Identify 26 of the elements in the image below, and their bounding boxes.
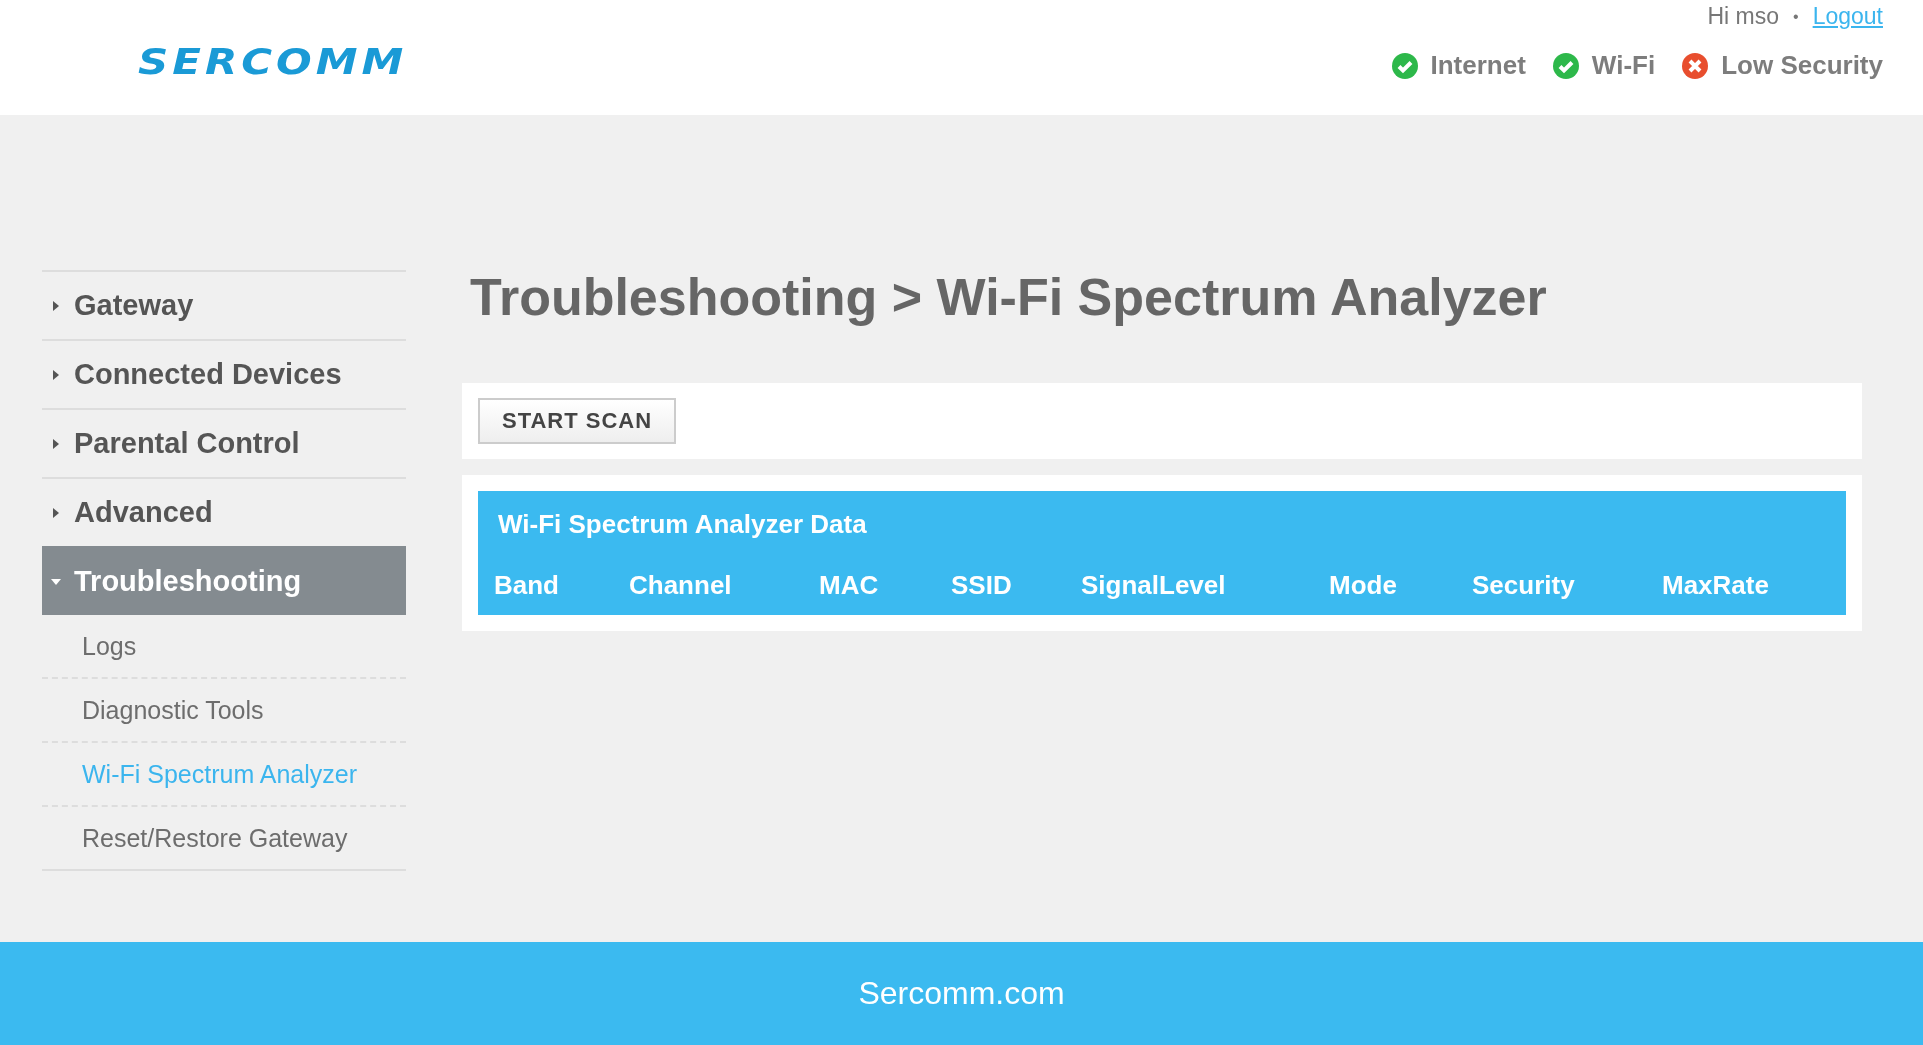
sidebar-item[interactable]: Troubleshooting xyxy=(42,546,406,615)
sidebar-item[interactable]: Parental Control xyxy=(42,408,406,477)
start-scan-button[interactable]: START SCAN xyxy=(478,398,677,444)
sidebar-subitem[interactable]: Diagnostic Tools xyxy=(42,679,406,743)
sidebar-item[interactable]: Gateway xyxy=(42,270,406,339)
status-label: Internet xyxy=(1430,50,1526,81)
sidebar-subitem[interactable]: Logs xyxy=(42,615,406,679)
column-header: Channel xyxy=(629,570,733,601)
column-header: Band xyxy=(494,570,560,601)
column-header: Security xyxy=(1472,570,1576,601)
column-header: Mode xyxy=(1329,570,1398,601)
column-header: SSID xyxy=(951,570,1013,601)
footer-text: Sercomm.com xyxy=(858,975,1065,1012)
sidebar-subitem[interactable]: Reset/Restore Gateway xyxy=(42,807,406,871)
status-label: Low Security xyxy=(1721,50,1883,81)
separator: • xyxy=(1793,7,1799,26)
greeting: Hi mso xyxy=(1707,3,1780,30)
logo: SERCOMM xyxy=(138,39,408,85)
sidebar-item[interactable]: Connected Devices xyxy=(42,339,406,408)
page-title: Troubleshooting > Wi-Fi Spectrum Analyzer xyxy=(470,267,1548,328)
status-label: Wi-Fi xyxy=(1591,50,1656,81)
column-header: MAC xyxy=(819,570,880,601)
column-header: MaxRate xyxy=(1662,570,1770,601)
column-header: SignalLevel xyxy=(1081,570,1227,601)
logout-link[interactable]: Logout xyxy=(1812,3,1883,30)
table-title: Wi-Fi Spectrum Analyzer Data xyxy=(497,509,868,540)
